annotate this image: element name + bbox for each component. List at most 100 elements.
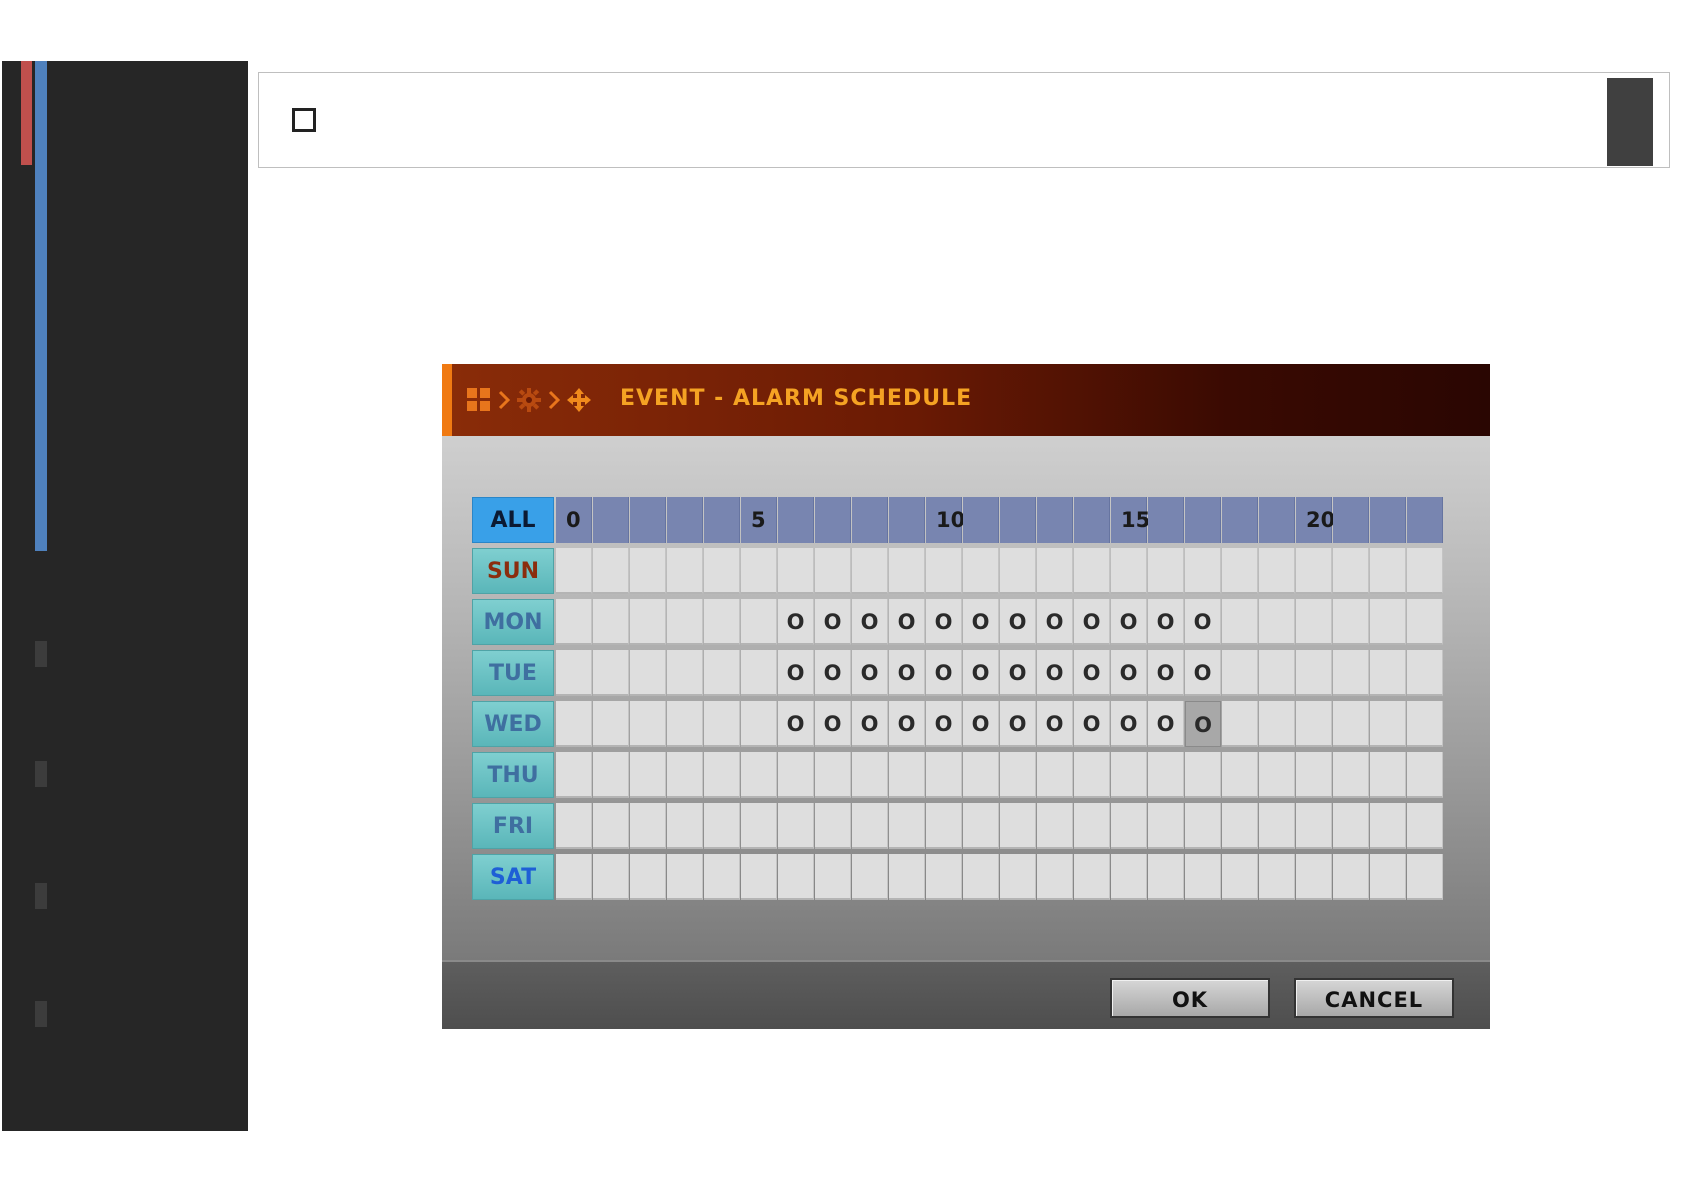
day-label-tue[interactable]: TUE — [472, 650, 554, 696]
gear-icon[interactable] — [516, 387, 542, 413]
hour-header-cell[interactable] — [815, 497, 851, 543]
schedule-cell[interactable]: O — [1037, 650, 1073, 696]
schedule-cell[interactable] — [926, 548, 962, 594]
schedule-cell[interactable] — [1185, 752, 1221, 798]
schedule-cell[interactable] — [1259, 701, 1295, 747]
hour-header-cell[interactable]: 5 — [741, 497, 777, 543]
schedule-cell[interactable] — [704, 803, 740, 849]
schedule-cell[interactable] — [593, 854, 629, 900]
schedule-cell[interactable] — [593, 548, 629, 594]
schedule-cell[interactable] — [1370, 803, 1406, 849]
schedule-cell[interactable] — [556, 854, 592, 900]
schedule-cell[interactable] — [1185, 803, 1221, 849]
schedule-cell[interactable]: O — [815, 650, 851, 696]
schedule-cell[interactable] — [556, 803, 592, 849]
schedule-cell[interactable] — [1407, 752, 1443, 798]
hour-header-cell[interactable] — [1148, 497, 1184, 543]
hour-header-cell[interactable]: 15 — [1111, 497, 1150, 543]
schedule-cell[interactable] — [889, 752, 925, 798]
hour-header-cell[interactable]: 0 — [556, 497, 592, 543]
schedule-cell[interactable] — [1259, 752, 1295, 798]
schedule-cell[interactable] — [1037, 854, 1073, 900]
schedule-cell[interactable] — [852, 854, 888, 900]
hour-header-cell[interactable]: 10 — [926, 497, 965, 543]
schedule-cell[interactable] — [815, 548, 851, 594]
schedule-cell[interactable] — [815, 752, 851, 798]
schedule-cell[interactable] — [1222, 650, 1258, 696]
schedule-cell[interactable] — [963, 854, 999, 900]
schedule-cell[interactable] — [1296, 803, 1332, 849]
move-icon[interactable] — [566, 387, 592, 413]
schedule-cell[interactable]: O — [926, 599, 962, 645]
schedule-cell[interactable]: O — [778, 650, 814, 696]
hour-header-cell[interactable] — [889, 497, 925, 543]
schedule-cell[interactable] — [667, 854, 703, 900]
schedule-cell[interactable]: O — [1111, 599, 1147, 645]
schedule-cell[interactable]: O — [889, 650, 925, 696]
schedule-cell[interactable]: O — [926, 650, 962, 696]
day-label-thu[interactable]: THU — [472, 752, 554, 798]
schedule-cell[interactable] — [1148, 854, 1184, 900]
schedule-cell[interactable] — [889, 803, 925, 849]
schedule-cell[interactable] — [852, 548, 888, 594]
schedule-cell[interactable] — [1333, 548, 1369, 594]
schedule-cell[interactable] — [630, 548, 666, 594]
schedule-cell[interactable] — [1259, 854, 1295, 900]
all-days-button[interactable]: ALL — [472, 497, 554, 543]
schedule-cell[interactable] — [1185, 854, 1221, 900]
schedule-cell[interactable] — [852, 752, 888, 798]
schedule-cell[interactable] — [1259, 650, 1295, 696]
schedule-cell[interactable] — [1074, 752, 1110, 798]
hour-header-cell[interactable] — [1333, 497, 1369, 543]
schedule-cell[interactable] — [1000, 803, 1036, 849]
schedule-cell[interactable] — [1407, 803, 1443, 849]
schedule-cell[interactable] — [741, 548, 777, 594]
schedule-cell[interactable] — [1407, 599, 1443, 645]
schedule-cell[interactable]: O — [926, 701, 962, 747]
day-label-fri[interactable]: FRI — [472, 803, 554, 849]
schedule-cell[interactable] — [1407, 854, 1443, 900]
schedule-cell[interactable] — [963, 803, 999, 849]
schedule-cell[interactable] — [1407, 701, 1443, 747]
schedule-cell[interactable] — [963, 752, 999, 798]
schedule-cell[interactable] — [1222, 752, 1258, 798]
schedule-cell[interactable] — [778, 548, 814, 594]
schedule-cell[interactable] — [1222, 854, 1258, 900]
schedule-cell[interactable] — [741, 752, 777, 798]
schedule-cell[interactable] — [1370, 599, 1406, 645]
schedule-cell[interactable] — [1333, 803, 1369, 849]
schedule-cell[interactable] — [1296, 701, 1332, 747]
schedule-cell[interactable] — [667, 599, 703, 645]
schedule-cell[interactable] — [1407, 548, 1443, 594]
day-label-sun[interactable]: SUN — [472, 548, 554, 594]
schedule-cell[interactable] — [1296, 854, 1332, 900]
schedule-cell[interactable]: O — [1185, 701, 1221, 747]
hour-header-cell[interactable] — [1037, 497, 1073, 543]
schedule-cell[interactable] — [1037, 548, 1073, 594]
schedule-cell[interactable] — [1148, 803, 1184, 849]
hour-header-cell[interactable] — [667, 497, 703, 543]
schedule-cell[interactable] — [778, 752, 814, 798]
schedule-cell[interactable] — [1185, 548, 1221, 594]
schedule-cell[interactable] — [1370, 701, 1406, 747]
grid-icon[interactable] — [466, 387, 492, 413]
hour-header-cell[interactable] — [1407, 497, 1443, 543]
schedule-cell[interactable] — [1296, 548, 1332, 594]
schedule-cell[interactable] — [1111, 548, 1147, 594]
schedule-cell[interactable] — [667, 548, 703, 594]
schedule-cell[interactable]: O — [1111, 650, 1147, 696]
schedule-cell[interactable] — [1148, 548, 1184, 594]
schedule-cell[interactable] — [1222, 701, 1258, 747]
schedule-cell[interactable]: O — [1074, 701, 1110, 747]
schedule-cell[interactable]: O — [778, 599, 814, 645]
schedule-cell[interactable] — [889, 548, 925, 594]
schedule-cell[interactable] — [963, 548, 999, 594]
hour-header-cell[interactable] — [963, 497, 999, 543]
schedule-cell[interactable]: O — [1037, 701, 1073, 747]
schedule-cell[interactable] — [778, 854, 814, 900]
schedule-cell[interactable] — [556, 599, 592, 645]
schedule-cell[interactable] — [667, 701, 703, 747]
schedule-cell[interactable] — [593, 701, 629, 747]
schedule-cell[interactable] — [1074, 803, 1110, 849]
schedule-cell[interactable] — [1000, 752, 1036, 798]
